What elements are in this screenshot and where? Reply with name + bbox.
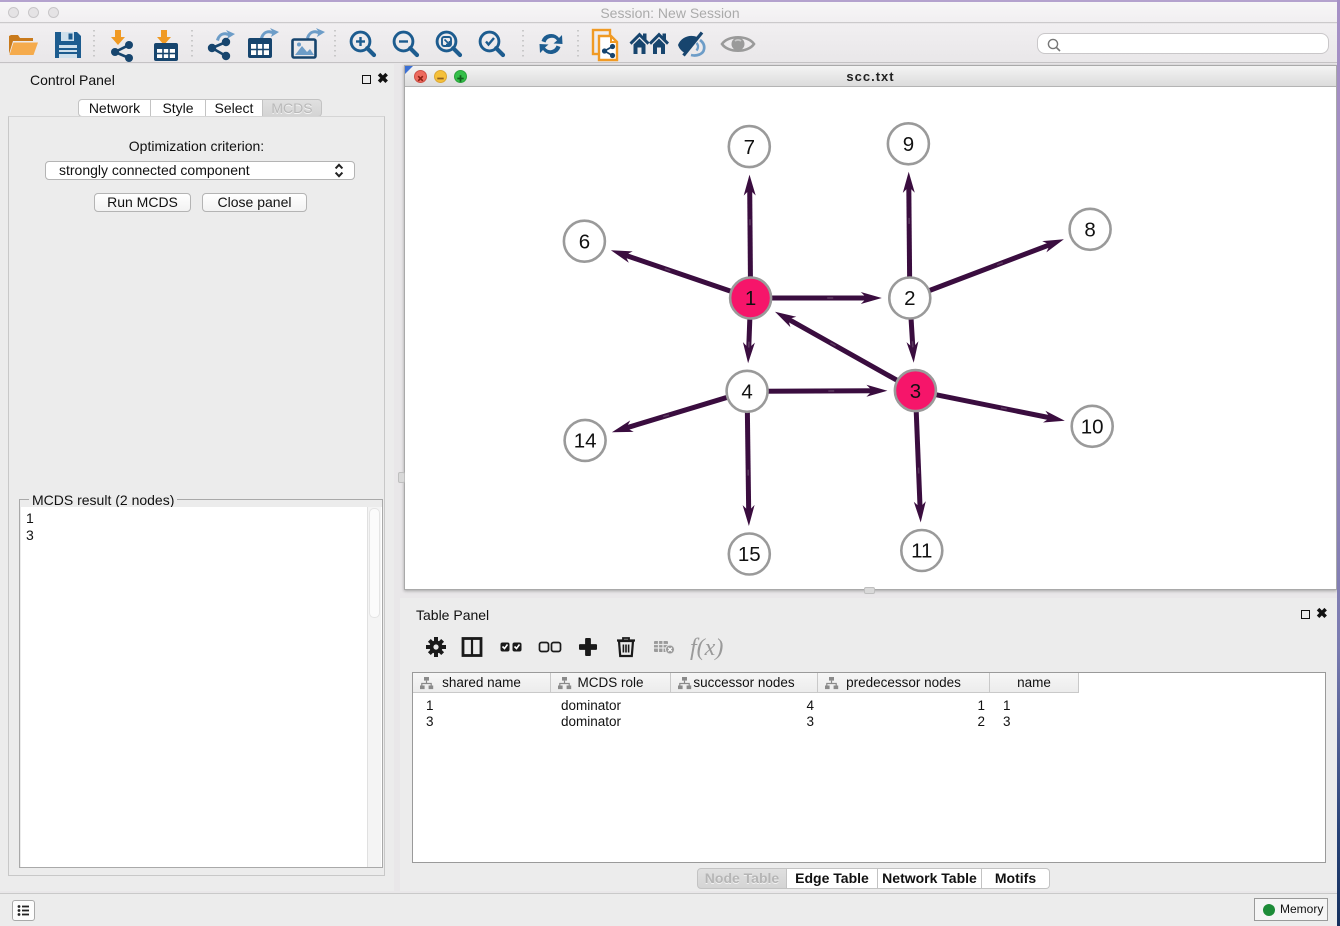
svg-text:4: 4	[741, 381, 752, 404]
svg-text:2: 2	[904, 287, 915, 310]
svg-text:14: 14	[574, 430, 597, 453]
svg-text:f(x): f(x)	[690, 635, 723, 661]
svg-text:7: 7	[744, 136, 755, 159]
svg-text:11: 11	[911, 540, 932, 563]
svg-text:1: 1	[745, 287, 756, 310]
svg-text:15: 15	[738, 543, 761, 566]
svg-text:3: 3	[910, 380, 921, 403]
svg-text:10: 10	[1081, 416, 1104, 439]
svg-text:6: 6	[579, 230, 590, 253]
svg-text:8: 8	[1084, 219, 1095, 242]
svg-text:9: 9	[903, 133, 914, 156]
